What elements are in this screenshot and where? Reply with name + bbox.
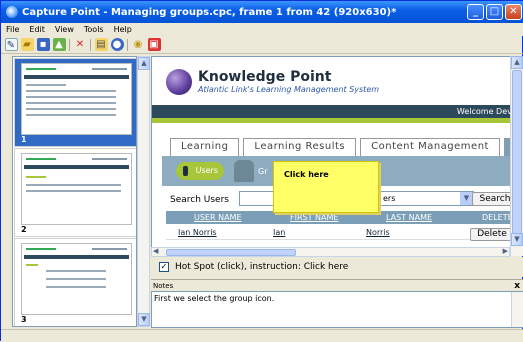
maximize-button[interactable]: □	[486, 4, 503, 20]
thumbnail-preview	[21, 243, 132, 315]
notes-title: Notes	[153, 282, 174, 290]
tab-learning[interactable]: Learning	[170, 138, 240, 156]
frame-thumbnail[interactable]: 3	[14, 238, 136, 326]
knowledge-point-logo-icon	[166, 69, 192, 95]
toolbar-separator	[90, 38, 91, 51]
frame-thumbnail[interactable]: 1	[14, 58, 136, 147]
scroll-thumb[interactable]	[512, 70, 522, 240]
groups-icon[interactable]	[234, 160, 254, 182]
users-subtab-label: Users	[195, 166, 218, 175]
menu-help[interactable]: Help	[109, 25, 137, 34]
select-value: ers	[383, 194, 396, 203]
thumbnail-scrollbar[interactable]: ▲ ▼	[137, 56, 150, 327]
new-icon[interactable]: ✎	[4, 38, 18, 51]
user-name-link[interactable]: Ian Norris	[178, 228, 217, 237]
hotspot-bar: ✓ Hot Spot (click), instruction: Click h…	[151, 257, 523, 277]
frame-canvas[interactable]: Knowledge Point Atlantic Link's Learning…	[151, 56, 523, 256]
frame-number: 2	[21, 225, 27, 234]
scroll-up-icon[interactable]: ▲	[511, 56, 523, 69]
menu-file[interactable]: File	[1, 25, 24, 34]
status-bar	[1, 329, 523, 342]
scroll-up-icon[interactable]: ▲	[138, 57, 150, 70]
frame-thumbnail[interactable]: 2	[14, 148, 136, 237]
app-brand: Knowledge Point	[198, 69, 332, 85]
application-window: Capture Point - Managing groups.cpc, fra…	[0, 0, 523, 342]
delete-icon[interactable]: ✕	[74, 38, 87, 51]
user-icon	[183, 166, 188, 176]
scroll-down-icon[interactable]: ▼	[138, 313, 150, 326]
toolbar: ✎ ▰ ▪ ▲ ✕ ▤ ● ◉ ▣	[1, 36, 523, 54]
window-title: Capture Point - Managing groups.cpc, fra…	[22, 6, 397, 18]
last-name-link[interactable]: Norris	[366, 228, 390, 237]
notes-header: Notes x	[151, 279, 523, 291]
groups-subtab-label: Gr	[258, 167, 268, 176]
search-field-select[interactable]: ers ▼	[380, 191, 474, 206]
canvas-horizontal-scrollbar[interactable]: ◀ ▶	[151, 247, 510, 257]
column-first-name[interactable]: FIRST NAME	[290, 213, 338, 222]
minimize-button[interactable]: _	[467, 4, 484, 20]
thumbnail-preview	[21, 153, 132, 225]
scroll-thumb[interactable]	[166, 249, 296, 256]
frame-number: 1	[21, 135, 27, 144]
tab-content-management[interactable]: Content Management	[360, 138, 500, 156]
instruction-callout[interactable]: Click here	[273, 161, 379, 213]
column-last-name[interactable]: LAST NAME	[386, 213, 432, 222]
frame-number: 3	[21, 315, 27, 324]
scroll-down-icon[interactable]: ▼	[511, 233, 523, 246]
menu-bar: File Edit View Tools Help	[1, 23, 523, 36]
notes-text: First we select the group icon.	[154, 294, 275, 303]
save-icon[interactable]: ▪	[36, 38, 50, 51]
app-icon	[6, 6, 18, 18]
app-tagline: Atlantic Link's Learning Management Syst…	[198, 85, 380, 94]
notes-scrollbar[interactable]	[511, 292, 523, 327]
close-button[interactable]: ✕	[505, 4, 522, 20]
open-icon[interactable]: ▰	[20, 38, 34, 51]
preview-icon[interactable]: ◉	[132, 38, 145, 51]
users-subtab[interactable]: Users	[176, 162, 224, 180]
first-name-link[interactable]: Ian	[273, 228, 285, 237]
hotspot-checkbox[interactable]: ✓	[159, 262, 169, 272]
menu-edit[interactable]: Edit	[24, 25, 50, 34]
canvas-vertical-scrollbar[interactable]: ▲ ▼	[510, 56, 523, 256]
table-row: Ian Norris Ian Norris Delete	[166, 224, 516, 241]
accent-strip	[152, 118, 523, 123]
toolbar-separator	[127, 38, 128, 51]
search-users-label: Search Users	[170, 195, 229, 205]
app-tab-bar: Learning Learning Results Content Manage…	[170, 138, 523, 156]
export-icon[interactable]: ▲	[52, 38, 66, 51]
hotspot-label: Hot Spot (click), instruction: Click her…	[175, 262, 349, 272]
title-bar[interactable]: Capture Point - Managing groups.cpc, fra…	[1, 1, 523, 23]
callout-text: Click here	[284, 170, 329, 179]
scroll-right-icon[interactable]: ▶	[503, 247, 508, 255]
tab-learning-results[interactable]: Learning Results	[243, 138, 357, 156]
notes-textarea[interactable]: First we select the group icon.	[151, 291, 523, 328]
toolbar-separator	[69, 38, 70, 51]
record-icon[interactable]: ▣	[147, 38, 161, 51]
menu-view[interactable]: View	[50, 25, 79, 34]
column-user-name[interactable]: USER NAME	[194, 213, 242, 222]
delete-button[interactable]: Delete	[470, 228, 514, 241]
scroll-left-icon[interactable]: ◀	[153, 247, 158, 255]
settings-icon[interactable]: ●	[110, 38, 124, 51]
menu-tools[interactable]: Tools	[79, 25, 109, 34]
frame-thumbnail-list[interactable]: 1 2 3	[12, 56, 137, 327]
thumbnail-preview	[21, 63, 132, 135]
column-delete: DELETE	[482, 213, 513, 222]
properties-icon[interactable]: ▤	[94, 38, 108, 51]
